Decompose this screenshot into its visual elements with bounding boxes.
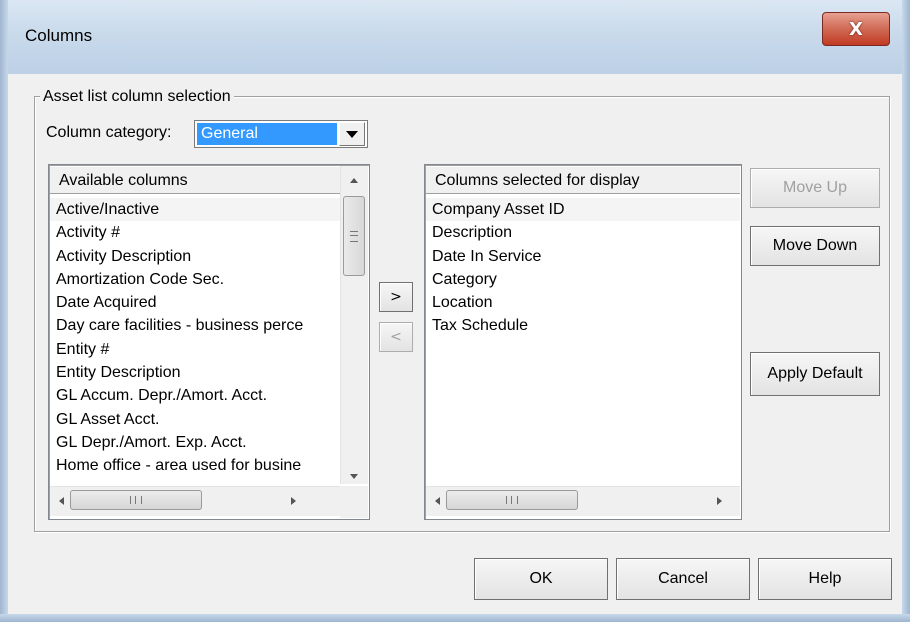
- column-category-label: Column category:: [46, 124, 172, 141]
- help-button[interactable]: Help: [758, 558, 892, 600]
- scroll-down-icon: [350, 473, 358, 479]
- grip-icon: [506, 496, 518, 504]
- scroll-up-icon: [350, 177, 358, 183]
- list-item[interactable]: Entity #: [50, 338, 340, 361]
- list-item[interactable]: Day care facilities - business perce: [50, 314, 340, 337]
- scroll-right-button[interactable]: [286, 494, 300, 508]
- window-frame-bottom: [0, 614, 910, 622]
- list-item[interactable]: Tax Schedule: [426, 314, 740, 337]
- list-item[interactable]: GL Depr./Amort. Exp. Acct.: [50, 431, 340, 454]
- list-item[interactable]: Location: [426, 291, 740, 314]
- list-item[interactable]: Entity Description: [50, 361, 340, 384]
- scroll-down-button[interactable]: [342, 466, 366, 486]
- close-icon: X: [849, 18, 863, 40]
- cancel-button[interactable]: Cancel: [616, 558, 750, 600]
- selected-columns-header[interactable]: Columns selected for display: [426, 166, 740, 194]
- horizontal-scroll-thumb[interactable]: [70, 490, 202, 510]
- window-frame-right: [902, 0, 910, 622]
- close-button[interactable]: X: [822, 12, 890, 46]
- list-item[interactable]: Date In Service: [426, 245, 740, 268]
- horizontal-scroll-thumb[interactable]: [446, 490, 578, 510]
- move-up-button[interactable]: Move Up: [750, 168, 880, 208]
- scroll-up-button[interactable]: [342, 168, 366, 192]
- available-columns-items: Active/Inactive Activity # Activity Desc…: [50, 198, 340, 484]
- available-columns-header[interactable]: Available columns: [50, 166, 340, 194]
- scroll-left-button[interactable]: [430, 494, 444, 508]
- list-item[interactable]: Amortization Code Sec.: [50, 268, 340, 291]
- scroll-left-icon: [434, 497, 440, 505]
- scroll-left-button[interactable]: [54, 494, 68, 508]
- list-item[interactable]: Activity #: [50, 221, 340, 244]
- apply-default-button[interactable]: Apply Default: [750, 352, 880, 396]
- column-category-value[interactable]: General: [197, 123, 337, 145]
- window-title: Columns: [25, 26, 93, 45]
- list-item[interactable]: Home office - area used for busine: [50, 454, 340, 477]
- chevron-down-icon: [346, 130, 358, 138]
- list-item[interactable]: Date Acquired: [50, 291, 340, 314]
- scroll-right-button[interactable]: [712, 494, 726, 508]
- list-item[interactable]: GL Asset Acct.: [50, 408, 340, 431]
- scroll-right-icon: [290, 497, 296, 505]
- vertical-scroll-thumb[interactable]: [343, 196, 365, 276]
- group-legend: Asset list column selection: [40, 88, 234, 106]
- move-down-button[interactable]: Move Down: [750, 226, 880, 266]
- window-frame-left: [0, 0, 8, 622]
- list-item[interactable]: Description: [426, 221, 740, 244]
- list-item[interactable]: Active/Inactive: [50, 198, 340, 222]
- dropdown-arrow-button[interactable]: [339, 122, 365, 146]
- list-item[interactable]: Activity Description: [50, 245, 340, 268]
- remove-column-button[interactable]: <: [379, 322, 413, 352]
- add-column-button[interactable]: >: [379, 282, 413, 312]
- scroll-right-icon: [716, 497, 722, 505]
- list-item[interactable]: Company Asset ID: [426, 198, 740, 222]
- list-item[interactable]: GL Accum. Depr./Amort. Acct.: [50, 384, 340, 407]
- list-item[interactable]: Category: [426, 268, 740, 291]
- grip-icon: [130, 496, 142, 504]
- grip-icon: [350, 230, 358, 242]
- ok-button[interactable]: OK: [474, 558, 608, 600]
- scrollbar-corner: [340, 486, 368, 518]
- selected-columns-items: Company Asset ID Description Date In Ser…: [426, 198, 740, 484]
- title-bar[interactable]: [0, 0, 910, 74]
- scroll-left-icon: [58, 497, 64, 505]
